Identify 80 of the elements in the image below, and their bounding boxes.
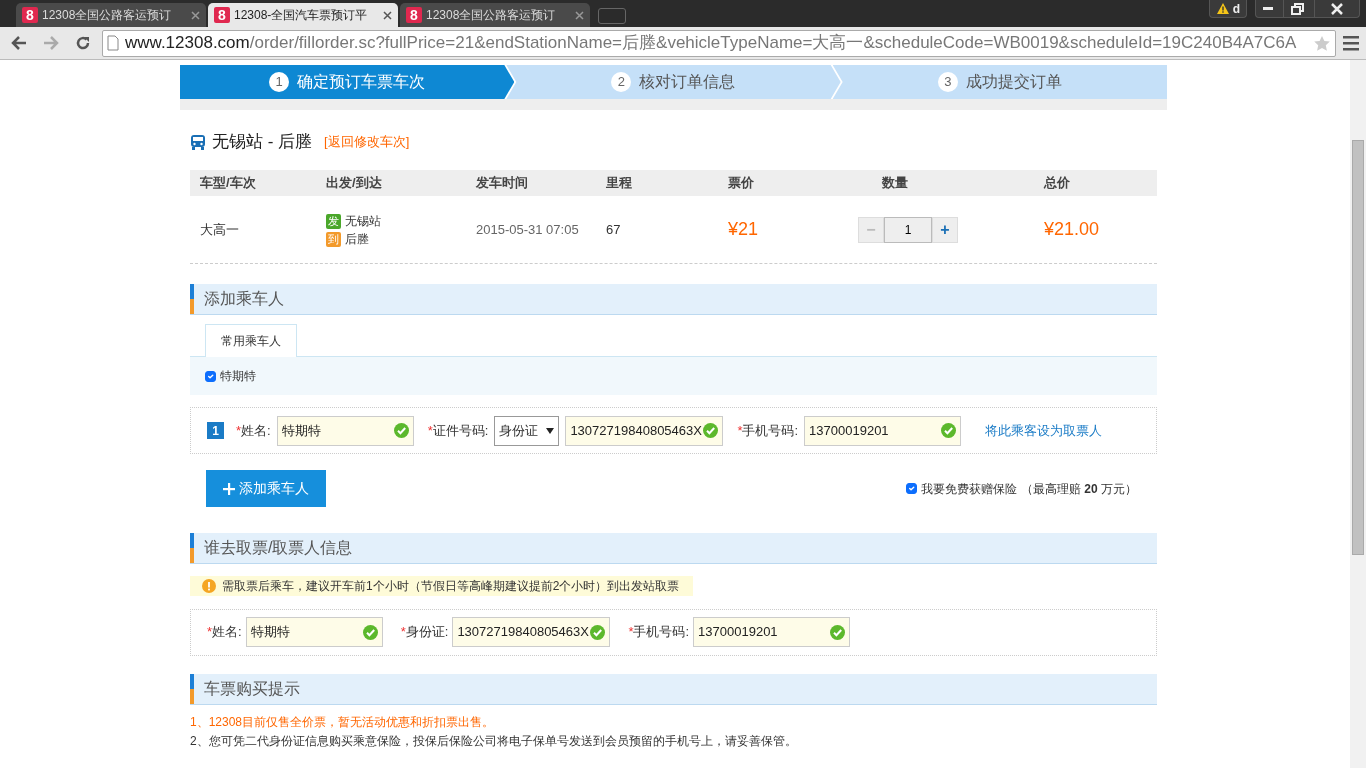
dropdown-icon	[546, 427, 555, 434]
section-header: 添加乘车人	[190, 284, 1157, 315]
table-cell-text: 2015-05-31 07:05	[475, 220, 580, 239]
browser-tab[interactable]: 8 12308全国公路客运预订	[400, 3, 590, 27]
back-icon	[10, 34, 28, 52]
favicon: 8	[22, 7, 38, 23]
field-label: *姓名:	[207, 623, 242, 642]
forward-icon	[42, 34, 60, 52]
menu-icon	[1342, 34, 1360, 52]
column-header: 总价	[1042, 174, 1071, 193]
close-icon	[575, 10, 584, 20]
depart-station: 发 无锡站	[326, 212, 382, 230]
warning-icon	[202, 579, 216, 593]
column-header: 出发/到达	[325, 174, 383, 193]
profile-button[interactable]: d	[1208, 0, 1247, 18]
pickup-field[interactable]: 13072719840805463X	[452, 617, 611, 647]
step-number: 3	[937, 72, 958, 92]
passenger-name: 特期特	[220, 368, 256, 385]
column-header: 车型/车次	[199, 174, 257, 193]
field-label: *姓名:	[236, 421, 271, 440]
name-field[interactable]: 特期特	[276, 415, 414, 446]
step-label: 核对订单信息	[639, 72, 736, 92]
arrive-station: 到 后塍	[326, 230, 370, 248]
set-pickup-link[interactable]: 将此乘客设为取票人	[985, 420, 1103, 441]
url-text: www.12308.com/order/fillorder.sc?fullPrice=21&endStationName=后塍&vehicleTypeName=大高一&scheduleCode=WB0019&scheduleId=19C240B4A7C6A	[125, 32, 1298, 55]
address-bar[interactable]: www.12308.com/order/fillorder.sc?fullPrice=21&endStationName=后塍&vehicleTypeName=大高一&scheduleCode=WB0019&scheduleId=19C240B4A7C6A	[102, 29, 1336, 57]
field-label: *手机号码:	[737, 421, 799, 440]
close-icon	[191, 10, 200, 20]
table-cell-text: 大高一	[199, 220, 240, 239]
pickup-field[interactable]: 13700019201	[693, 617, 851, 647]
close-icon	[383, 10, 392, 20]
browser-tab[interactable]: 8 12308全国公路客运预订	[16, 3, 206, 27]
field-label: *手机号码:	[628, 623, 690, 642]
id-type-select[interactable]: 身份证	[494, 415, 560, 446]
column-header: 发车时间	[475, 174, 529, 193]
add-passenger-button[interactable]: 添加乘车人	[206, 470, 326, 507]
menu-button[interactable]	[1342, 34, 1360, 52]
step-label: 确定预订车票车次	[297, 72, 426, 92]
favicon: 8	[214, 7, 230, 23]
notice-text: 需取票后乘车，建议开车前1个小时（节假日等高峰期建议提前2个小时）到出发站取票	[222, 578, 680, 595]
field-label: *证件号码:	[427, 421, 489, 440]
passenger-tab[interactable]: 常用乘车人	[205, 324, 297, 357]
warning-icon	[1215, 2, 1230, 15]
route-title: 无锡站 - 后塍	[212, 131, 313, 154]
checkbox[interactable]	[905, 483, 917, 494]
minimize-icon	[1263, 7, 1273, 10]
plus-icon	[223, 482, 235, 495]
step-number: 1	[269, 72, 290, 92]
section-header: 谁去取票/取票人信息	[190, 533, 1157, 564]
checkbox[interactable]	[205, 370, 216, 382]
step-label: 成功提交订单	[965, 72, 1062, 92]
step-number: 2	[611, 72, 632, 92]
passenger-index: 1	[207, 422, 224, 439]
insurance-note: （最高理赔 20 万元）	[1020, 480, 1137, 498]
ticket-price: ¥21	[727, 218, 760, 241]
tip-text: 2、您可凭二代身份证信息购买乘意保险，投保后保险公司将电子保单号发送到会员预留的手机号上，请妥善保管。	[190, 733, 798, 749]
profile-letter: d	[1232, 0, 1240, 18]
total-price: ¥21.00	[1043, 218, 1101, 241]
field-label: *身份证:	[400, 623, 449, 642]
section-header: 车票购买提示	[190, 673, 1157, 705]
column-header: 票价	[727, 174, 755, 193]
bookmark-star-icon	[1313, 34, 1331, 52]
tip-text: 1、12308目前仅售全价票，暂无活动优惠和折扣票出售。	[190, 714, 496, 730]
column-header: 数量	[881, 174, 909, 193]
column-header: 里程	[605, 174, 633, 193]
favicon: 8	[406, 7, 422, 23]
id-number-field[interactable]: 13072719840805463X	[565, 415, 724, 446]
pickup-field[interactable]: 特期特	[245, 617, 383, 647]
reload-icon	[74, 34, 92, 52]
table-cell-text: 67	[605, 220, 622, 239]
scrollbar[interactable]	[1350, 60, 1366, 768]
insurance-label: 我要免费获赠保险	[920, 480, 1017, 498]
quantity-field[interactable]: 1	[884, 216, 932, 243]
new-tab-button[interactable]	[598, 8, 626, 24]
phone-field[interactable]: 13700019201	[804, 415, 962, 446]
bus-icon	[190, 134, 206, 150]
increase-button[interactable]: +	[932, 216, 958, 243]
page-icon	[107, 35, 119, 51]
close-icon	[1331, 2, 1343, 15]
browser-tab[interactable]: 8 12308-全国汽车票预订平	[208, 3, 398, 27]
